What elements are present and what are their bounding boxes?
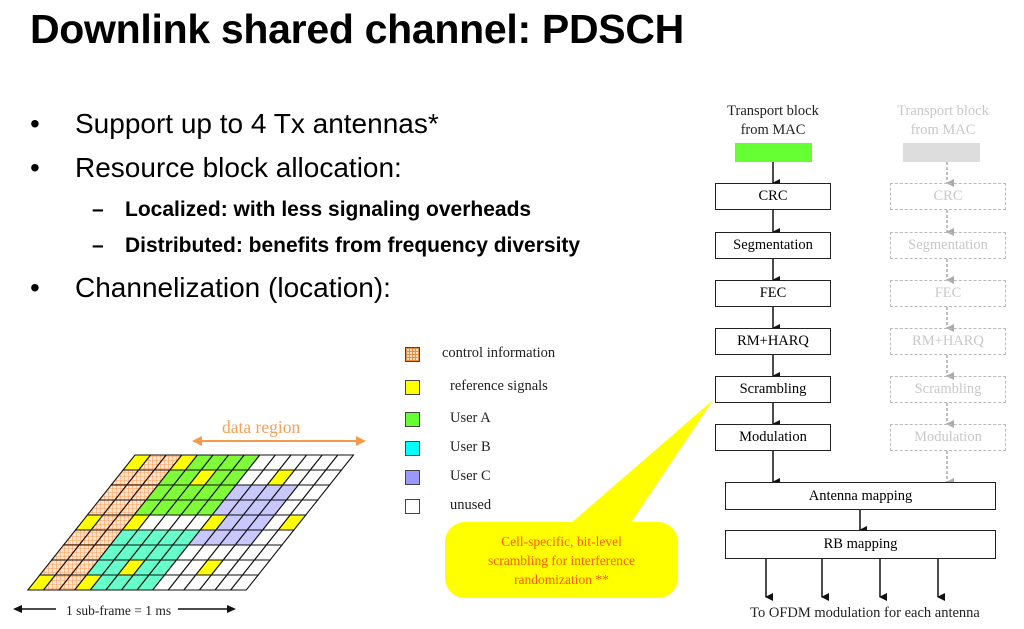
- step-rm-harq: RM+HARQ: [715, 328, 831, 355]
- callout-text: Cell-specific, bit-level scrambling for …: [445, 532, 678, 589]
- callout-line: Cell-specific, bit-level: [501, 534, 622, 549]
- title-line: from MAC: [740, 122, 806, 138]
- legend-swatch: [405, 441, 420, 456]
- subframe-label: 1 sub-frame = 1 ms: [66, 603, 172, 618]
- legend-label: unused: [450, 497, 492, 513]
- antenna-mapping-box: Antenna mapping: [725, 482, 996, 510]
- title-line: from MAC: [910, 122, 976, 138]
- data-region-label: data region: [222, 417, 301, 437]
- callout-line: randomization **: [514, 572, 609, 587]
- legend-swatch: [405, 380, 420, 395]
- ghost-step: FEC: [890, 280, 1006, 307]
- step-segmentation: Segmentation: [715, 232, 831, 259]
- step-modulation: Modulation: [715, 424, 831, 451]
- ghost-step: Modulation: [890, 424, 1006, 451]
- step-scrambling: Scrambling: [715, 376, 831, 403]
- rb-mapping-box: RB mapping: [725, 530, 996, 559]
- legend-label: reference signals: [450, 378, 548, 394]
- ghost-transport-block: [903, 143, 980, 162]
- legend-label: control information: [442, 345, 556, 361]
- ofdm-output-label: To OFDM modulation for each antenna: [750, 605, 980, 621]
- ghost-step: RM+HARQ: [890, 328, 1006, 355]
- step-fec: FEC: [715, 280, 831, 307]
- ghost-step: Scrambling: [890, 376, 1006, 403]
- legend-swatch: [405, 470, 420, 485]
- ghost-step: Segmentation: [890, 232, 1006, 259]
- resource-grid: [26, 454, 355, 591]
- callout-line: scrambling for interference: [488, 553, 635, 568]
- transport-block-title: Transport block from MAC: [703, 102, 843, 140]
- transport-block: [735, 143, 812, 162]
- ghost-step: CRC: [890, 183, 1006, 210]
- title-line: Transport block: [897, 103, 989, 119]
- legend-label: User A: [450, 410, 491, 426]
- legend-swatch: [405, 412, 420, 427]
- step-crc: CRC: [715, 183, 831, 210]
- title-line: Transport block: [727, 103, 819, 119]
- legend-label: User C: [450, 468, 491, 484]
- legend-swatch: [405, 347, 420, 362]
- legend-swatch: [405, 499, 420, 514]
- ghost-transport-block-title: Transport block from MAC: [873, 102, 1013, 140]
- legend-label: User B: [450, 439, 491, 455]
